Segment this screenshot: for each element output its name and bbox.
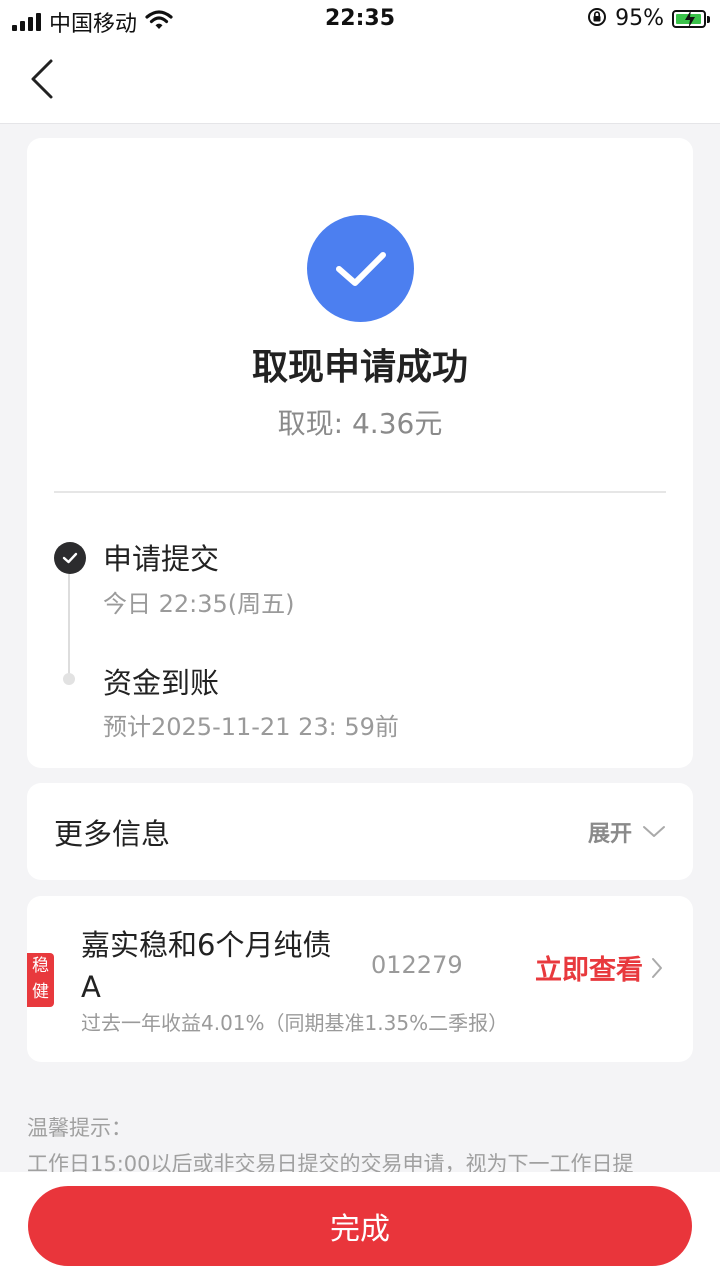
- status-bar: 中国移动 22:35 95%: [0, 0, 720, 40]
- step-done-check-icon: [54, 542, 86, 574]
- divider: [54, 491, 666, 493]
- expand-toggle[interactable]: 展开: [588, 816, 666, 848]
- fund-card[interactable]: 稳健 嘉实稳和6个月纯债A 012279 立即查看 过去一年收益4.01%（同期…: [27, 896, 693, 1062]
- orientation-lock-icon: [587, 7, 607, 31]
- result-card: 取现申请成功 取现: 4.36元 申请提交 今日 22:35(周五) 资金到账 …: [27, 138, 693, 768]
- fund-yield: 过去一年收益4.01%（同期基准1.35%二季报）: [81, 1011, 509, 1035]
- chevron-left-icon: [31, 59, 53, 99]
- nav-bar: [0, 40, 720, 124]
- more-info-label: 更多信息: [54, 817, 171, 851]
- timeline-step-time: 预计2025-11-21 23: 59前: [103, 713, 399, 741]
- timeline-step-title: 申请提交: [103, 542, 220, 576]
- battery-percent: 95%: [615, 6, 664, 31]
- fund-code: 012279: [371, 951, 463, 979]
- risk-tag: 稳健: [27, 953, 54, 1007]
- back-button[interactable]: [20, 54, 64, 104]
- timeline-line: [68, 558, 70, 684]
- done-button[interactable]: 完成: [28, 1186, 692, 1266]
- success-badge: [307, 215, 414, 322]
- bottom-bar: 完成: [0, 1172, 720, 1280]
- expand-label: 展开: [587, 822, 632, 847]
- timeline-step-title: 资金到账: [103, 666, 220, 700]
- chevron-right-icon: [652, 957, 662, 978]
- more-info-row[interactable]: 更多信息 展开: [27, 783, 693, 880]
- withdraw-amount: 取现: 4.36元: [277, 407, 443, 440]
- fund-name: 嘉实稳和6个月纯债A: [81, 928, 332, 1004]
- result-title: 取现申请成功: [251, 347, 468, 388]
- check-icon: [335, 251, 386, 286]
- chevron-down-icon: [643, 826, 665, 837]
- view-now-button[interactable]: 立即查看: [535, 948, 663, 987]
- charging-bolt-icon: [685, 9, 695, 28]
- tips-title: 温馨提示：: [27, 1116, 132, 1140]
- timeline-step-time: 今日 22:35(周五): [103, 590, 295, 618]
- step-pending-dot: [63, 673, 75, 685]
- view-now-label: 立即查看: [535, 955, 643, 986]
- battery-icon: [672, 9, 710, 28]
